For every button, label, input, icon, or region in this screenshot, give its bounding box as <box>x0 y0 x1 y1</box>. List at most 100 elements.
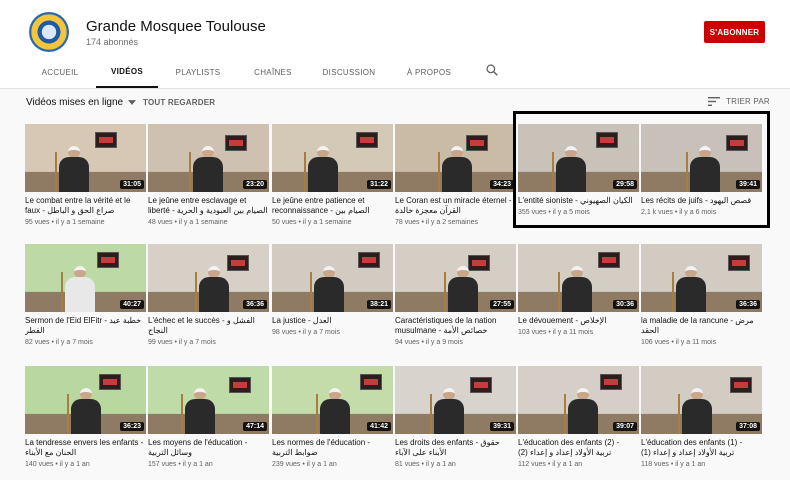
video-card[interactable]: 31:05 Le combat entre la vérité et le fau… <box>25 124 146 226</box>
video-title[interactable]: La tendresse envers les enfants - الحنان… <box>25 438 146 458</box>
video-card[interactable]: 38:21 La justice - العدل 98 vues • il y a … <box>272 244 393 336</box>
video-thumbnail[interactable]: 36:36 <box>641 244 762 312</box>
video-card[interactable]: 36:36 L'échec et le succès - الفشل و النج… <box>148 244 269 346</box>
video-title[interactable]: L'éducation des enfants (1) - (تربية الأ… <box>641 438 762 458</box>
cane <box>678 394 680 434</box>
video-title[interactable]: Le jeûne entre patience et reconnaissanc… <box>272 196 393 216</box>
video-title[interactable]: Le Coran est un miracle éternel - القرآن… <box>395 196 516 216</box>
video-title[interactable]: L'entité sioniste - الكيان الصهيوني <box>518 196 639 206</box>
video-title[interactable]: L'échec et le succès - الفشل و النجاح <box>148 316 269 336</box>
video-thumbnail[interactable]: 27:55 <box>395 244 516 312</box>
speaker-figure <box>442 146 472 192</box>
video-duration: 36:23 <box>120 422 144 431</box>
wall-screen <box>356 132 378 148</box>
uploads-filter[interactable]: Vidéos mises en ligne <box>26 97 137 108</box>
video-thumbnail[interactable]: 31:05 <box>25 124 146 192</box>
video-card[interactable]: 39:41 Les récits de juifs - قصص اليهود 2,1… <box>641 124 762 216</box>
video-card[interactable]: 47:14 Les moyens de l'éducation - وسائل ا… <box>148 366 269 468</box>
video-meta: 99 vues • il y a 7 mois <box>148 339 216 346</box>
video-card[interactable]: 39:07 L'éducation des enfants (2) - (تربي… <box>518 366 639 468</box>
video-meta: 2,1 k vues • il y a 6 mois <box>641 209 717 216</box>
tab-discussion[interactable]: DISCUSSION <box>318 56 380 88</box>
sort-button[interactable]: TRIER PAR <box>708 97 770 106</box>
video-meta: 95 vues • il y a 1 semaine <box>25 219 105 226</box>
video-duration: 37:08 <box>736 422 760 431</box>
video-title[interactable]: la maladie de la rancune - مرض الحقد <box>641 316 762 336</box>
sort-icon <box>708 97 720 106</box>
speaker-figure <box>308 146 338 192</box>
video-duration: 47:14 <box>243 422 267 431</box>
video-title[interactable]: Les récits de juifs - قصص اليهود <box>641 196 762 206</box>
tab-videos[interactable]: VIDÉOS <box>96 56 158 88</box>
speaker-figure <box>71 388 101 434</box>
video-duration: 39:31 <box>490 422 514 431</box>
video-thumbnail[interactable]: 37:08 <box>641 366 762 434</box>
video-card[interactable]: 29:58 L'entité sioniste - الكيان الصهيوني… <box>518 124 639 216</box>
video-thumbnail[interactable]: 39:07 <box>518 366 639 434</box>
video-thumbnail[interactable]: 38:21 <box>272 244 393 312</box>
video-card[interactable]: 39:31 Les droits des enfants - حقوق الأبن… <box>395 366 516 468</box>
video-thumbnail[interactable]: 36:36 <box>148 244 269 312</box>
speaker-figure <box>682 388 712 434</box>
video-thumbnail[interactable]: 23:20 <box>148 124 269 192</box>
wall-screen <box>229 377 251 393</box>
video-thumbnail[interactable]: 39:31 <box>395 366 516 434</box>
caret-down-icon <box>128 100 137 105</box>
video-title[interactable]: Le jeûne entre esclavage et liberté - ال… <box>148 196 269 216</box>
video-title[interactable]: Les moyens de l'éducation - وسائل التربي… <box>148 438 269 458</box>
cane <box>430 394 432 434</box>
video-thumbnail[interactable]: 31:22 <box>272 124 393 192</box>
tab-chaines[interactable]: CHAÎNES <box>245 56 301 88</box>
video-thumbnail[interactable]: 47:14 <box>148 366 269 434</box>
subscriber-count: 174 abonnés <box>86 37 139 47</box>
video-meta: 112 vues • il y a 1 an <box>518 461 583 468</box>
video-meta: 355 vues • il y a 5 mois <box>518 209 590 216</box>
video-card[interactable]: 23:20 Le jeûne entre esclavage et liberté… <box>148 124 269 226</box>
search-icon[interactable] <box>485 63 499 77</box>
wall-screen <box>596 132 618 148</box>
speaker-figure <box>65 266 95 312</box>
video-title[interactable]: Caractéristiques de la nation musulmane … <box>395 316 516 336</box>
video-title[interactable]: Le dévouement - الإخلاص <box>518 316 639 326</box>
speaker-figure <box>314 266 344 312</box>
video-thumbnail[interactable]: 29:58 <box>518 124 639 192</box>
video-title[interactable]: Sermon de l'Eid ElFitr - خطبة عيد الفطر <box>25 316 146 336</box>
wall-screen <box>358 252 380 268</box>
video-thumbnail[interactable]: 40:27 <box>25 244 146 312</box>
video-thumbnail[interactable]: 30:36 <box>518 244 639 312</box>
video-meta: 78 vues • il y a 2 semaines <box>395 219 478 226</box>
video-meta: 98 vues • il y a 7 mois <box>272 329 340 336</box>
video-card[interactable]: 41:42 Les normes de l'éducation - ضوابط ا… <box>272 366 393 468</box>
video-title[interactable]: L'éducation des enfants (2) - (تربية الأ… <box>518 438 639 458</box>
video-thumbnail[interactable]: 41:42 <box>272 366 393 434</box>
channel-avatar[interactable] <box>29 12 69 52</box>
video-meta: 82 vues • il y a 7 mois <box>25 339 93 346</box>
tab-a-propos[interactable]: À PROPOS <box>402 56 456 88</box>
video-thumbnail[interactable]: 34:23 <box>395 124 516 192</box>
video-card[interactable]: 31:22 Le jeûne entre patience et reconnai… <box>272 124 393 226</box>
video-card[interactable]: 27:55 Caractéristiques de la nation musul… <box>395 244 516 346</box>
play-all-button[interactable]: TOUT REGARDER <box>143 98 215 107</box>
subscribe-button[interactable]: S'ABONNER <box>704 21 765 43</box>
video-title[interactable]: Le combat entre la vérité et le faux - ص… <box>25 196 146 216</box>
video-card[interactable]: 40:27 Sermon de l'Eid ElFitr - خطبة عيد ا… <box>25 244 146 346</box>
sort-label: TRIER PAR <box>726 97 770 106</box>
video-title[interactable]: Les normes de l'éducation - ضوابط التربي… <box>272 438 393 458</box>
video-card[interactable]: 34:23 Le Coran est un miracle éternel - ا… <box>395 124 516 226</box>
video-thumbnail[interactable]: 36:23 <box>25 366 146 434</box>
video-duration: 27:55 <box>490 300 514 309</box>
video-thumbnail[interactable]: 39:41 <box>641 124 762 192</box>
video-card[interactable]: 37:08 L'éducation des enfants (1) - (تربي… <box>641 366 762 468</box>
video-card[interactable]: 36:23 La tendresse envers les enfants - ا… <box>25 366 146 468</box>
video-card[interactable]: 36:36 la maladie de la rancune - مرض الحق… <box>641 244 762 346</box>
video-duration: 31:05 <box>120 180 144 189</box>
wall-screen <box>227 255 249 271</box>
tab-playlists[interactable]: PLAYLISTS <box>166 56 230 88</box>
video-card[interactable]: 30:36 Le dévouement - الإخلاص 103 vues • i… <box>518 244 639 336</box>
wall-screen <box>600 374 622 390</box>
video-title[interactable]: Les droits des enfants - حقوق الأبناء عل… <box>395 438 516 458</box>
tab-accueil[interactable]: ACCUEIL <box>33 56 87 88</box>
video-title[interactable]: La justice - العدل <box>272 316 393 326</box>
channel-name[interactable]: Grande Mosquee Toulouse <box>86 18 266 35</box>
speaker-figure <box>185 388 215 434</box>
